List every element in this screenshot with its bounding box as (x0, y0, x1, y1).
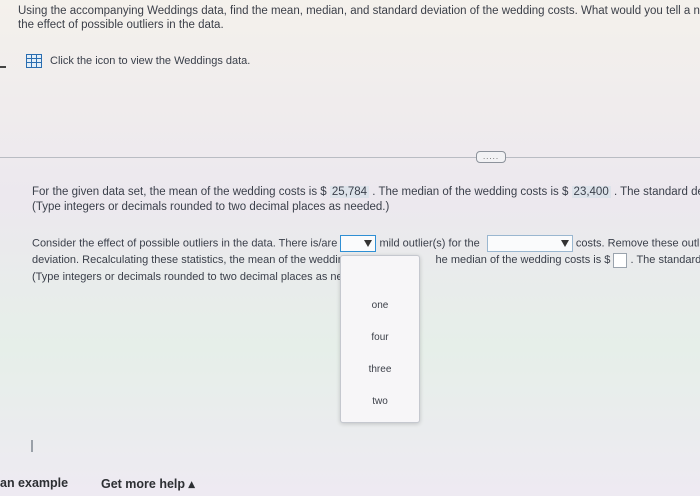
data-link-label: Click the icon to view the Weddings data… (50, 55, 251, 67)
part1-text-a: For the given data set, the mean of the … (32, 186, 327, 198)
scroll-marker (0, 66, 6, 68)
outlier-side-dropdown[interactable] (486, 235, 573, 252)
question-line-2: the effect of possible outliers in the d… (18, 19, 224, 31)
expand-button[interactable]: ..... (476, 151, 506, 163)
part2-text-c: costs. Remove these outli (575, 237, 700, 250)
part1-answer: For the given data set, the mean of the … (32, 185, 700, 215)
section-divider (0, 157, 700, 158)
part2-text-b: mild outlier(s) for the (379, 237, 480, 250)
chevron-down-icon (364, 240, 373, 247)
question-line-1: Using the accompanying Weddings data, fi… (18, 5, 700, 17)
dropdown-menu: one four three two (340, 255, 420, 423)
part2-line2-b: he median of the wedding costs is $ (435, 254, 611, 267)
data-table-icon[interactable] (26, 54, 42, 68)
get-more-help-button[interactable]: Get more help ▴ (101, 476, 195, 491)
view-example-link[interactable]: an example (0, 476, 68, 490)
part2-text-a: Consider the effect of possible outliers… (32, 237, 338, 250)
dropdown-option-three[interactable]: three (341, 364, 419, 375)
mean-answer: 25,784 (329, 186, 370, 198)
part1-note: (Type integers or decimals rounded to tw… (32, 201, 390, 213)
part2-line2-a: deviation. Recalculating these statistic… (32, 254, 342, 267)
part1-text-c: . The standard deviatior (613, 186, 700, 198)
part1-text-b: . The median of the wedding costs is $ (372, 186, 569, 198)
part2-line2-c: . The standard d (630, 254, 700, 267)
outlier-count-dropdown[interactable] (340, 235, 377, 252)
dropdown-option-two[interactable]: two (341, 396, 419, 407)
question-text: Using the accompanying Weddings data, fi… (18, 4, 700, 32)
scroll-indicator (31, 440, 33, 452)
chevron-down-icon (560, 240, 569, 247)
dropdown-option-one[interactable]: one (341, 300, 419, 311)
dropdown-option-four[interactable]: four (341, 332, 419, 343)
weddings-data-link[interactable]: Click the icon to view the Weddings data… (26, 54, 250, 68)
median-answer: 23,400 (571, 186, 611, 198)
new-median-input[interactable] (613, 253, 628, 268)
